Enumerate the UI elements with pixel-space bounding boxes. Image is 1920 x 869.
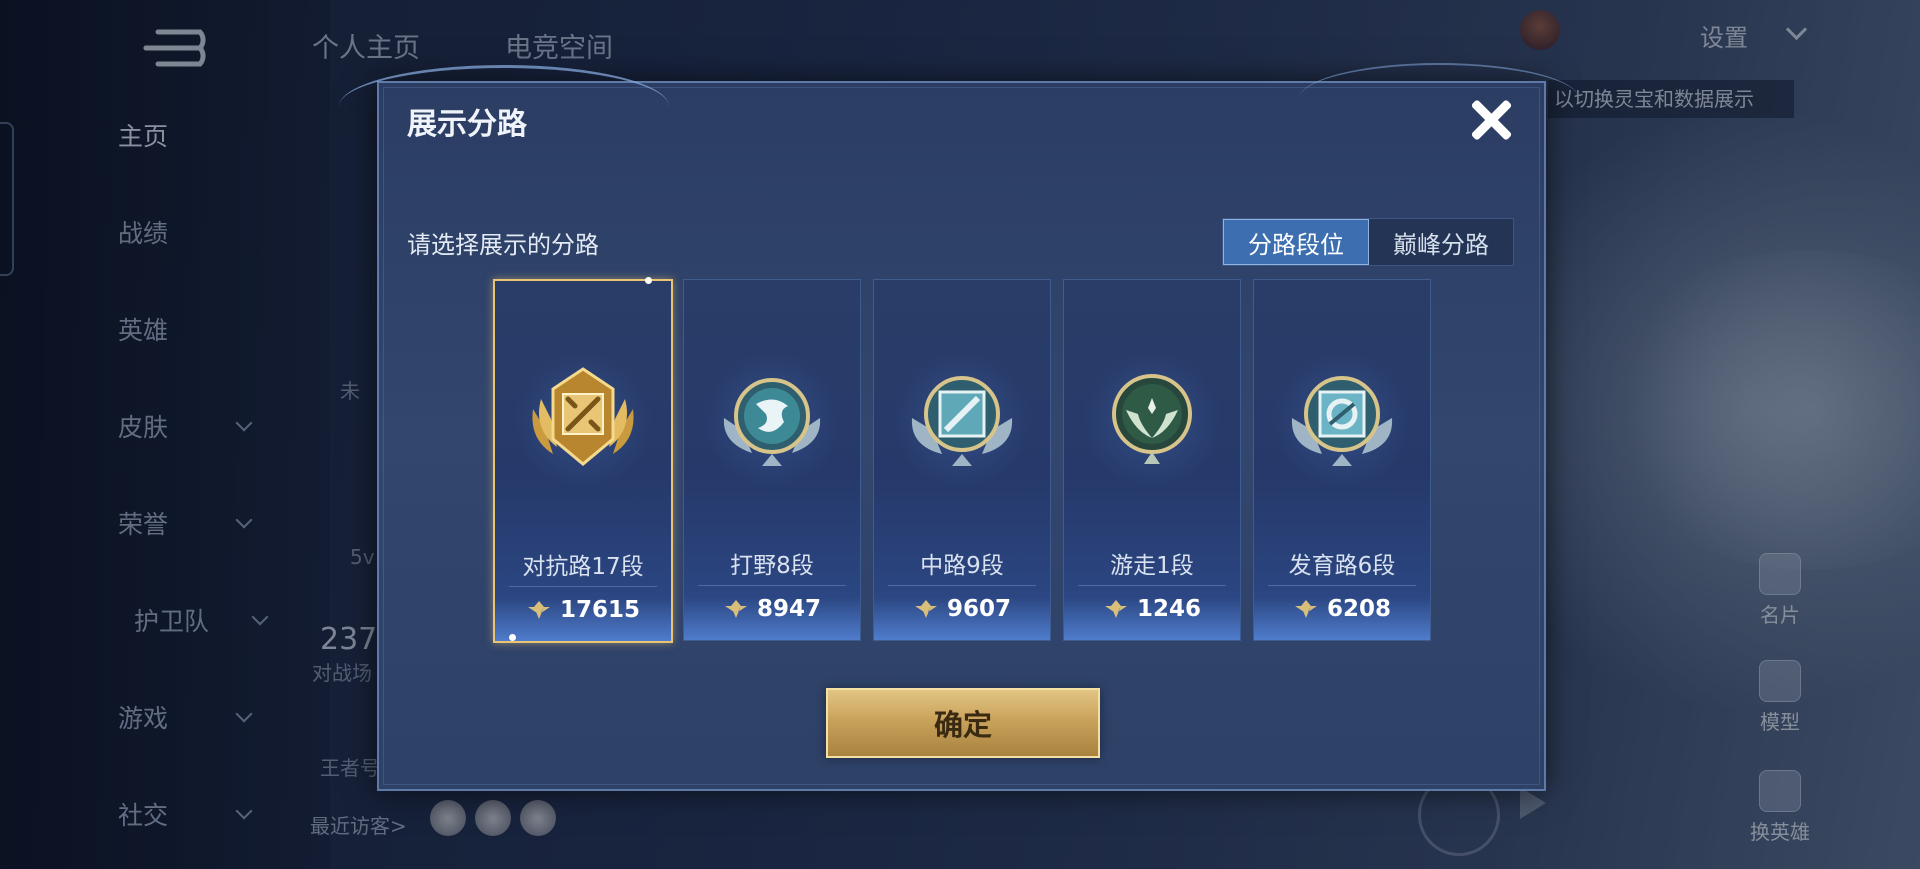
sword-emblem-icon [532,367,634,466]
selection-marker [645,277,652,284]
lane-rank: 发育路6段 [1288,553,1396,579]
confirm-button[interactable]: 确定 [826,688,1100,758]
score-row: 8947 [684,596,860,622]
lane-card-farm[interactable]: 发育路6段 6208 [1253,279,1431,641]
divider [888,585,1036,586]
lane-card-mid[interactable]: 中路9段 9607 [873,279,1051,641]
lane-rank: 打野8段 [730,553,814,579]
decorative-swirl [1299,63,1579,135]
lane-score: 17615 [559,597,641,623]
view-toggle: 分路段位 巅峰分路 [1222,218,1514,266]
wing-emblem-icon [1112,374,1192,464]
divider [1078,585,1226,586]
dragon-emblem-icon [723,378,821,466]
score-row: 17615 [495,597,671,623]
lane-score: 8947 [756,596,821,622]
score-icon [1104,600,1127,618]
lane-score: 9607 [946,596,1011,622]
divider [1268,585,1416,586]
score-row: 6208 [1254,596,1430,622]
toggle-peak-lane[interactable]: 巅峰分路 [1369,219,1513,265]
score-icon [914,600,937,618]
lane-card-roam[interactable]: 游走1段 1246 [1063,279,1241,641]
staff-emblem-icon [911,376,1013,466]
lane-card-clash[interactable]: 对抗路17段 17615 [493,277,673,643]
lane-card-jungle[interactable]: 打野8段 8947 [683,279,861,641]
lane-rank: 对抗路17段 [522,554,644,580]
lane-display-dialog: 展示分路 请选择展示的分路 分路段位 巅峰分路 对抗路17段 17615 打野8… [339,63,1579,791]
lane-rank: 游走1段 [1110,553,1194,579]
lane-score: 1246 [1136,596,1201,622]
score-row: 1246 [1064,596,1240,622]
dialog-title: 展示分路 [407,107,527,142]
score-row: 9607 [874,596,1050,622]
toggle-lane-rank[interactable]: 分路段位 [1223,219,1369,265]
score-icon [527,601,550,619]
close-icon[interactable] [1465,93,1519,147]
divider [509,586,657,587]
score-icon [724,600,747,618]
lane-rank: 中路9段 [920,553,1004,579]
divider [698,585,846,586]
dialog-subtitle: 请选择展示的分路 [407,231,599,259]
bow-emblem-icon [1291,376,1393,466]
score-icon [1294,600,1317,618]
lane-score: 6208 [1326,596,1391,622]
selection-marker [509,634,516,641]
